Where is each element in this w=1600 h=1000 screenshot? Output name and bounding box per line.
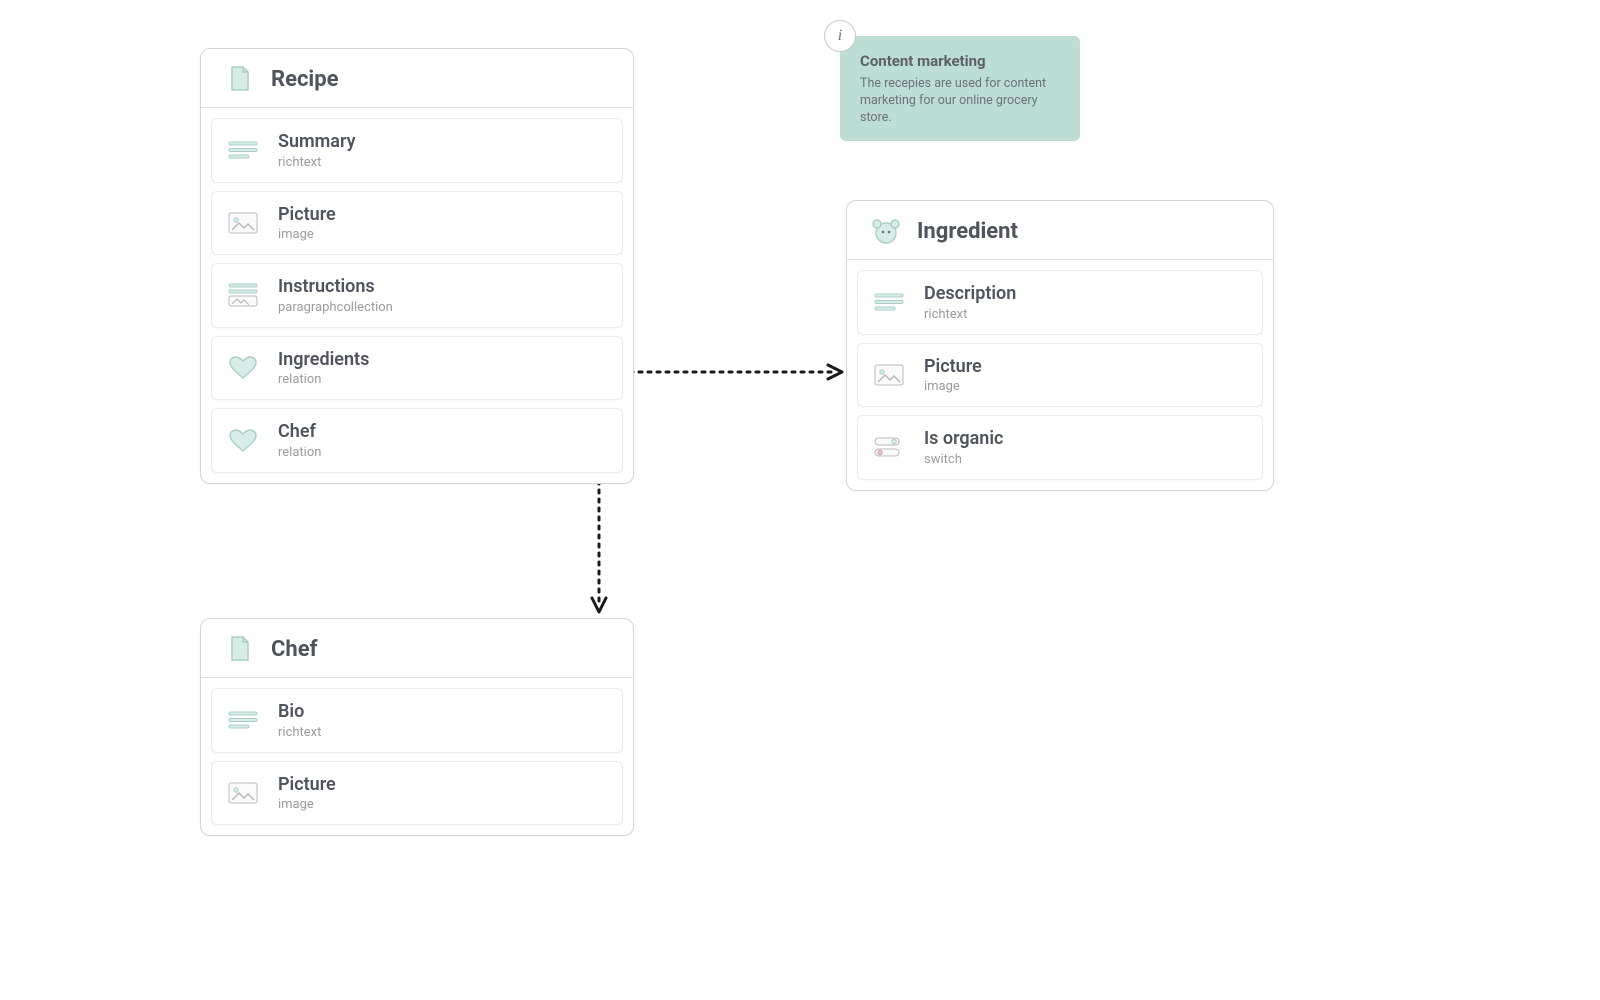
card-title: Ingredient: [917, 219, 1018, 244]
richtext-icon: [226, 706, 260, 734]
card-header: Chef: [201, 619, 633, 678]
field-row-chef[interactable]: Chef relation: [211, 408, 623, 473]
field-row-instructions[interactable]: Instructions paragraphcollection: [211, 263, 623, 328]
image-icon: [226, 209, 260, 237]
document-icon: [223, 65, 257, 93]
bear-icon: [869, 217, 903, 245]
field-label: Summary: [278, 131, 356, 153]
field-type: paragraphcollection: [278, 300, 393, 315]
field-label: Picture: [278, 204, 336, 226]
card-body: Bio richtext Picture image: [201, 678, 633, 835]
card-header: Recipe: [201, 49, 633, 108]
field-type: richtext: [278, 725, 321, 740]
field-row-summary[interactable]: Summary richtext: [211, 118, 623, 183]
field-row-description[interactable]: Description richtext: [857, 270, 1263, 335]
card-body: Summary richtext Picture image Instructi…: [201, 108, 633, 483]
richtext-icon: [872, 288, 906, 316]
field-label: Bio: [278, 701, 321, 723]
field-type: image: [278, 227, 336, 242]
field-label: Picture: [278, 774, 336, 796]
field-label: Chef: [278, 421, 321, 443]
richtext-icon: [226, 136, 260, 164]
card-title: Recipe: [271, 67, 339, 92]
note-title: Content marketing: [860, 52, 1060, 70]
field-type: relation: [278, 372, 369, 387]
card-title: Chef: [271, 637, 317, 662]
image-icon: [872, 361, 906, 389]
field-type: image: [278, 797, 336, 812]
field-type: switch: [924, 452, 1003, 467]
entity-card-chef[interactable]: Chef Bio richtext Picture image: [200, 618, 634, 836]
field-label: Picture: [924, 356, 982, 378]
field-label: Instructions: [278, 276, 393, 298]
field-label: Ingredients: [278, 349, 369, 371]
note-content-marketing: i Content marketing The recepies are use…: [840, 36, 1080, 141]
field-row-ingredients[interactable]: Ingredients relation: [211, 336, 623, 401]
heart-icon: [226, 354, 260, 382]
field-row-picture[interactable]: Picture image: [857, 343, 1263, 408]
paragraphcollection-icon: [226, 281, 260, 309]
document-icon: [223, 635, 257, 663]
field-label: Description: [924, 283, 1016, 305]
field-row-is-organic[interactable]: Is organic switch: [857, 415, 1263, 480]
field-type: relation: [278, 445, 321, 460]
field-type: richtext: [924, 307, 1016, 322]
card-body: Description richtext Picture image Is or…: [847, 260, 1273, 490]
field-row-bio[interactable]: Bio richtext: [211, 688, 623, 753]
image-icon: [226, 779, 260, 807]
field-row-picture[interactable]: Picture image: [211, 761, 623, 826]
entity-card-ingredient[interactable]: Ingredient Description richtext Picture …: [846, 200, 1274, 491]
heart-icon: [226, 427, 260, 455]
switch-icon: [872, 433, 906, 461]
card-header: Ingredient: [847, 201, 1273, 260]
field-label: Is organic: [924, 428, 1003, 450]
field-row-picture[interactable]: Picture image: [211, 191, 623, 256]
info-icon: i: [824, 20, 856, 52]
entity-card-recipe[interactable]: Recipe Summary richtext Picture image: [200, 48, 634, 484]
field-type: image: [924, 379, 982, 394]
note-body: The recepies are used for content market…: [860, 76, 1060, 127]
field-type: richtext: [278, 155, 356, 170]
